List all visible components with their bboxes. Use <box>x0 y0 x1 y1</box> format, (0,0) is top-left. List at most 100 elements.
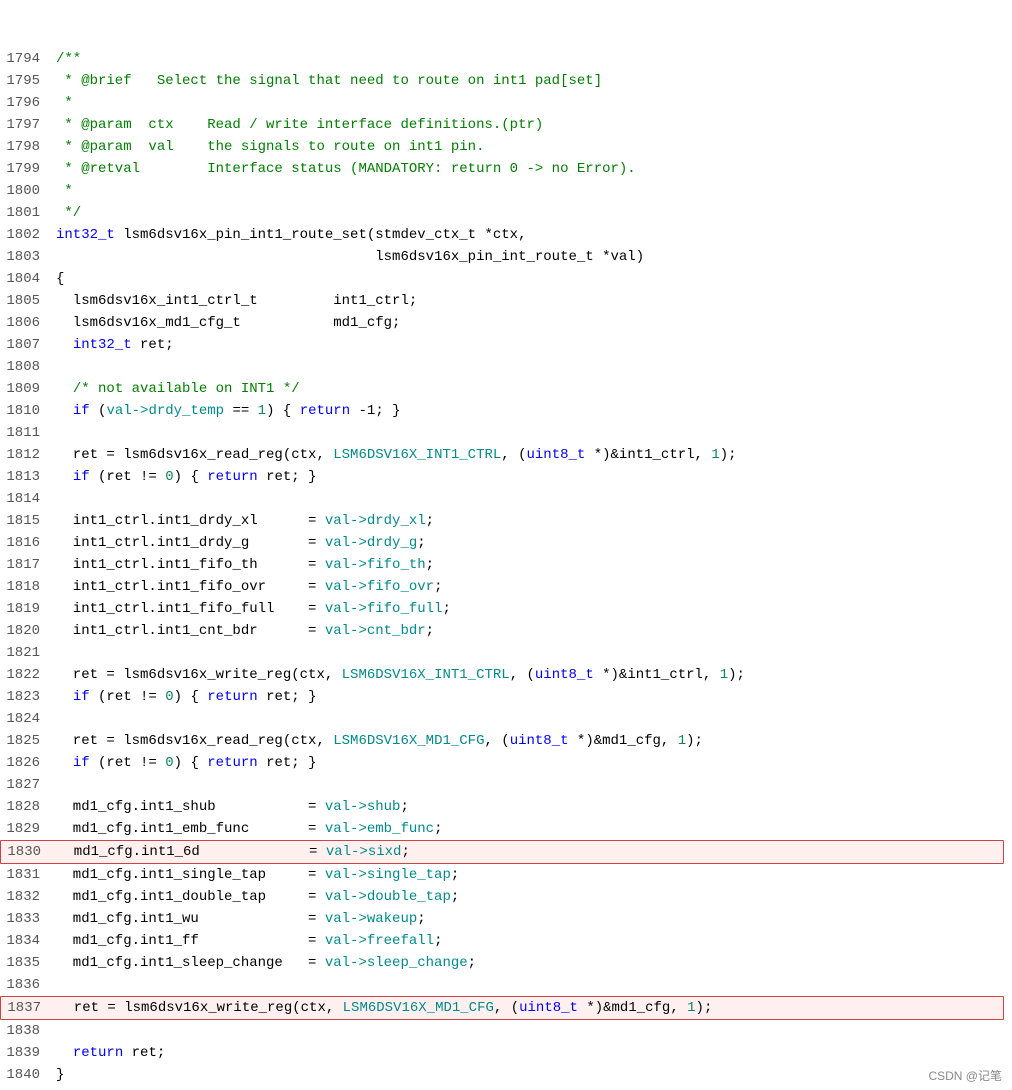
line-content: /* not available on INT1 */ <box>52 378 1004 400</box>
code-line: 1817 int1_ctrl.int1_fifo_th = val->fifo_… <box>0 554 1004 576</box>
line-content: int1_ctrl.int1_drdy_xl = val->drdy_xl; <box>52 510 1004 532</box>
code-line: 1810 if (val->drdy_temp == 1) { return -… <box>0 400 1004 422</box>
code-line: 1794/** <box>0 48 1004 70</box>
line-content: ret = lsm6dsv16x_write_reg(ctx, LSM6DSV1… <box>52 664 1004 686</box>
code-line: 1820 int1_ctrl.int1_cnt_bdr = val->cnt_b… <box>0 620 1004 642</box>
line-content: * <box>52 180 1004 202</box>
line-content: /** <box>52 48 1004 70</box>
line-content: lsm6dsv16x_md1_cfg_t md1_cfg; <box>52 312 1004 334</box>
line-number: 1801 <box>0 202 52 224</box>
line-content: ret = lsm6dsv16x_write_reg(ctx, LSM6DSV1… <box>53 997 1003 1019</box>
code-line: 1806 lsm6dsv16x_md1_cfg_t md1_cfg; <box>0 312 1004 334</box>
line-content <box>52 488 1004 510</box>
line-content: md1_cfg.int1_single_tap = val->single_ta… <box>52 864 1004 886</box>
code-line: 1840} <box>0 1064 1004 1086</box>
code-line: 1812 ret = lsm6dsv16x_read_reg(ctx, LSM6… <box>0 444 1004 466</box>
line-content <box>52 422 1004 444</box>
line-number: 1825 <box>0 730 52 752</box>
watermark-text: CSDN @记笔 <box>928 1067 1002 1084</box>
line-number: 1797 <box>0 114 52 136</box>
line-content: lsm6dsv16x_int1_ctrl_t int1_ctrl; <box>52 290 1004 312</box>
code-line: 1834 md1_cfg.int1_ff = val->freefall; <box>0 930 1004 952</box>
line-number: 1812 <box>0 444 52 466</box>
line-number: 1804 <box>0 268 52 290</box>
code-line: 1802int32_t lsm6dsv16x_pin_int1_route_se… <box>0 224 1004 246</box>
line-content: * @retval Interface status (MANDATORY: r… <box>52 158 1004 180</box>
code-line: 1805 lsm6dsv16x_int1_ctrl_t int1_ctrl; <box>0 290 1004 312</box>
code-line: 1825 ret = lsm6dsv16x_read_reg(ctx, LSM6… <box>0 730 1004 752</box>
line-content: int1_ctrl.int1_drdy_g = val->drdy_g; <box>52 532 1004 554</box>
line-content: * @param ctx Read / write interface defi… <box>52 114 1004 136</box>
line-content: if (ret != 0) { return ret; } <box>52 686 1004 708</box>
code-line: 1799 * @retval Interface status (MANDATO… <box>0 158 1004 180</box>
line-content <box>52 708 1004 730</box>
line-content: if (ret != 0) { return ret; } <box>52 752 1004 774</box>
line-number: 1824 <box>0 708 52 730</box>
line-number: 1802 <box>0 224 52 246</box>
line-number: 1796 <box>0 92 52 114</box>
line-content: */ <box>52 202 1004 224</box>
line-content: * @brief Select the signal that need to … <box>52 70 1004 92</box>
line-number: 1818 <box>0 576 52 598</box>
line-number: 1803 <box>0 246 52 268</box>
code-line: 1803 lsm6dsv16x_pin_int_route_t *val) <box>0 246 1004 268</box>
line-content: md1_cfg.int1_wu = val->wakeup; <box>52 908 1004 930</box>
line-number: 1840 <box>0 1064 52 1086</box>
line-number: 1798 <box>0 136 52 158</box>
code-line: 1816 int1_ctrl.int1_drdy_g = val->drdy_g… <box>0 532 1004 554</box>
code-line: 1830 md1_cfg.int1_6d = val->sixd; <box>0 840 1004 864</box>
line-number: 1816 <box>0 532 52 554</box>
code-line: 1824 <box>0 708 1004 730</box>
line-number: 1839 <box>0 1042 52 1064</box>
line-content <box>52 1020 1004 1042</box>
code-line: 1837 ret = lsm6dsv16x_write_reg(ctx, LSM… <box>0 996 1004 1020</box>
line-number: 1806 <box>0 312 52 334</box>
line-content: if (val->drdy_temp == 1) { return -1; } <box>52 400 1004 422</box>
code-line: 1795 * @brief Select the signal that nee… <box>0 70 1004 92</box>
line-number: 1822 <box>0 664 52 686</box>
line-content: int1_ctrl.int1_fifo_full = val->fifo_ful… <box>52 598 1004 620</box>
line-number: 1800 <box>0 180 52 202</box>
line-number: 1830 <box>1 841 53 863</box>
line-number: 1809 <box>0 378 52 400</box>
line-content: md1_cfg.int1_sleep_change = val->sleep_c… <box>52 952 1004 974</box>
line-content: ret = lsm6dsv16x_read_reg(ctx, LSM6DSV16… <box>52 730 1004 752</box>
code-line: 1813 if (ret != 0) { return ret; } <box>0 466 1004 488</box>
code-line: 1807 int32_t ret; <box>0 334 1004 356</box>
code-line: 1811 <box>0 422 1004 444</box>
line-content: md1_cfg.int1_shub = val->shub; <box>52 796 1004 818</box>
code-line: 1828 md1_cfg.int1_shub = val->shub; <box>0 796 1004 818</box>
line-content: lsm6dsv16x_pin_int_route_t *val) <box>52 246 1004 268</box>
line-number: 1799 <box>0 158 52 180</box>
code-line: 1831 md1_cfg.int1_single_tap = val->sing… <box>0 864 1004 886</box>
line-number: 1823 <box>0 686 52 708</box>
line-number: 1821 <box>0 642 52 664</box>
line-number: 1831 <box>0 864 52 886</box>
line-content: int1_ctrl.int1_fifo_th = val->fifo_th; <box>52 554 1004 576</box>
line-content <box>52 642 1004 664</box>
code-line: 1823 if (ret != 0) { return ret; } <box>0 686 1004 708</box>
line-number: 1829 <box>0 818 52 840</box>
code-line: 1819 int1_ctrl.int1_fifo_full = val->fif… <box>0 598 1004 620</box>
line-content: int32_t ret; <box>52 334 1004 356</box>
line-number: 1826 <box>0 752 52 774</box>
code-line: 1821 <box>0 642 1004 664</box>
line-number: 1828 <box>0 796 52 818</box>
code-line: 1833 md1_cfg.int1_wu = val->wakeup; <box>0 908 1004 930</box>
line-content: md1_cfg.int1_ff = val->freefall; <box>52 930 1004 952</box>
code-line: 1832 md1_cfg.int1_double_tap = val->doub… <box>0 886 1004 908</box>
line-number: 1814 <box>0 488 52 510</box>
line-number: 1835 <box>0 952 52 974</box>
line-number: 1794 <box>0 48 52 70</box>
line-number: 1817 <box>0 554 52 576</box>
line-content: { <box>52 268 1004 290</box>
line-number: 1807 <box>0 334 52 356</box>
line-number: 1832 <box>0 886 52 908</box>
code-line: 1829 md1_cfg.int1_emb_func = val->emb_fu… <box>0 818 1004 840</box>
code-line: 1800 * <box>0 180 1004 202</box>
line-number: 1808 <box>0 356 52 378</box>
line-number: 1827 <box>0 774 52 796</box>
line-number: 1811 <box>0 422 52 444</box>
code-line: 1809 /* not available on INT1 */ <box>0 378 1004 400</box>
code-line: 1818 int1_ctrl.int1_fifo_ovr = val->fifo… <box>0 576 1004 598</box>
